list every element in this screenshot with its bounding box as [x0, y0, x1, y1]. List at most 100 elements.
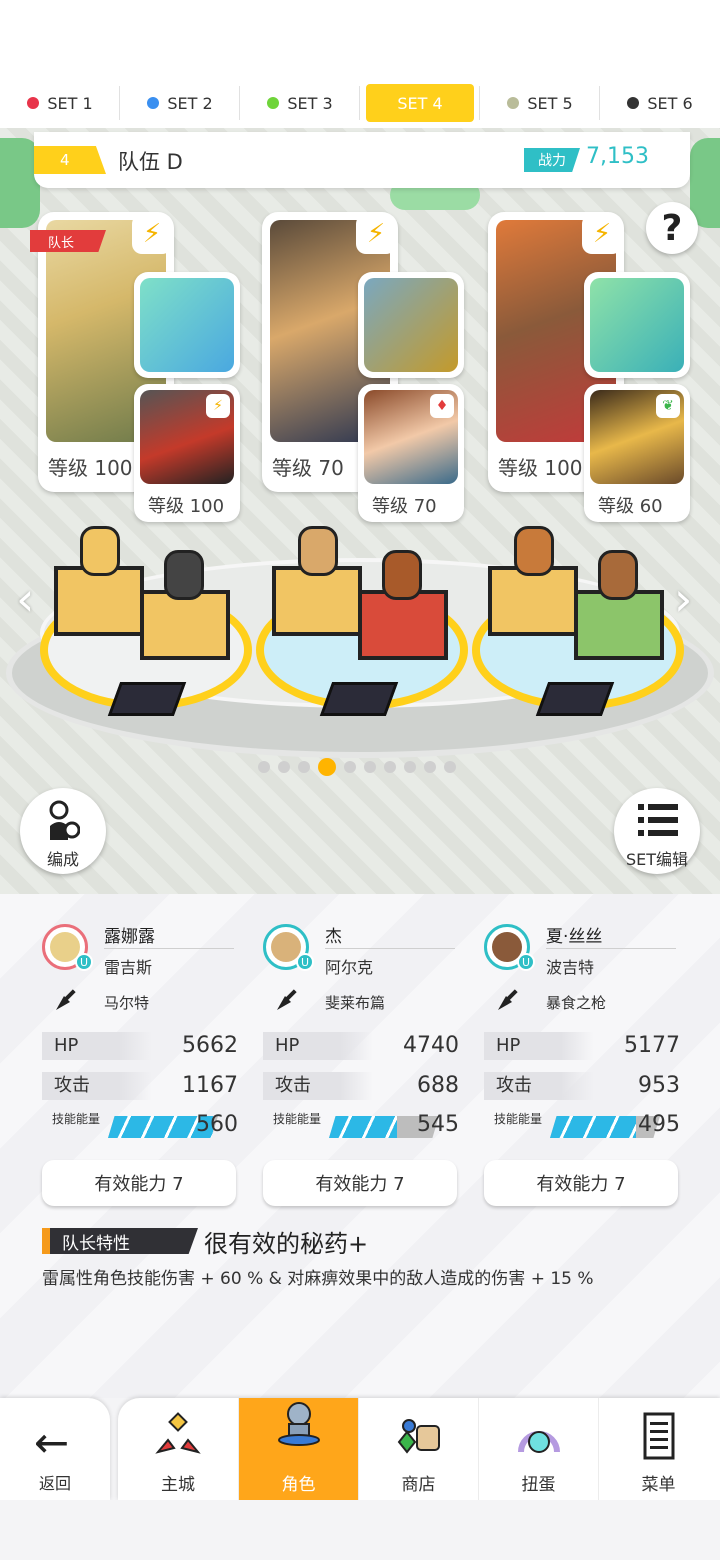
- hero-avatar[interactable]: U: [263, 924, 314, 971]
- energy-label: 技能能量: [273, 1112, 322, 1126]
- energy-label: 技能能量: [52, 1112, 101, 1126]
- page-indicator: [258, 758, 456, 776]
- set-tab-6[interactable]: SET 6: [600, 78, 720, 128]
- page-dot[interactable]: [444, 761, 456, 773]
- sub-hero-name: 雷吉斯: [104, 958, 153, 977]
- power-label: 战力: [524, 148, 580, 172]
- weapon-pedestal: [107, 682, 187, 716]
- hp-label: HP: [484, 1032, 594, 1060]
- sub-hero-level: 等级 60: [598, 496, 663, 517]
- hero-avatar[interactable]: U: [42, 924, 93, 971]
- nav-bar: 主城 角色 商店 扭蛋 菜单: [118, 1398, 720, 1500]
- page-dot[interactable]: [404, 761, 416, 773]
- next-page-arrow-icon[interactable]: ›: [674, 572, 692, 626]
- hero-level: 等级 70: [272, 456, 344, 480]
- sub-hero-name: 波吉特: [546, 958, 595, 977]
- sub-hero-pixel-block: [358, 590, 448, 660]
- page-dot[interactable]: [298, 761, 310, 773]
- fire-element-icon: ♦: [430, 394, 454, 418]
- set-tab-3[interactable]: SET 3: [240, 78, 360, 128]
- energy-value: 545: [417, 1112, 459, 1137]
- prev-page-arrow-icon[interactable]: ‹: [16, 572, 34, 626]
- divider: [546, 948, 676, 949]
- skill-energy-stat: 技能能量 495: [484, 1110, 680, 1140]
- back-button[interactable]: ← 返回: [0, 1398, 110, 1500]
- team-name[interactable]: 队伍 D: [118, 146, 183, 176]
- weapon-slot-1[interactable]: [134, 272, 240, 378]
- effective-ability-button[interactable]: 有效能力 7: [263, 1160, 457, 1206]
- effective-ability-button[interactable]: 有效能力 7: [42, 1160, 236, 1206]
- sub-hero-level: 等级 70: [372, 496, 437, 517]
- hp-value: 5177: [624, 1033, 680, 1058]
- energy-bar-fill: [329, 1116, 398, 1138]
- nav-item-castle[interactable]: 主城: [118, 1398, 238, 1500]
- hero-name: 杰: [325, 927, 342, 947]
- hero-chibi-sprite: [514, 526, 554, 576]
- page-dot[interactable]: [424, 761, 436, 773]
- set-tab-4[interactable]: SET 4: [360, 78, 480, 128]
- page-dot[interactable]: [384, 761, 396, 773]
- earth-element-icon: ❦: [656, 394, 680, 418]
- page-dot[interactable]: [344, 761, 356, 773]
- leader-skill-tag: 队长特性: [42, 1228, 198, 1254]
- set-tab-2[interactable]: SET 2: [120, 78, 240, 128]
- set-edit-label: SET编辑: [625, 850, 689, 869]
- energy-value: 495: [638, 1112, 680, 1137]
- set-edit-button[interactable]: SET编辑: [614, 788, 700, 874]
- nav-label: 扭蛋: [521, 1475, 556, 1495]
- leader-ribbon: 队长: [30, 230, 106, 252]
- hp-value: 4740: [403, 1033, 459, 1058]
- shop-icon: [397, 1419, 440, 1454]
- hero-avatar[interactable]: U: [484, 924, 535, 971]
- back-arrow-icon: ←: [34, 1418, 70, 1467]
- attack-label: 攻击: [484, 1072, 594, 1100]
- sub-hero-name: 阿尔克: [325, 958, 374, 977]
- nav-label: 角色: [281, 1475, 316, 1495]
- weapon-slot-3[interactable]: [584, 272, 690, 378]
- unique-weapon-badge-icon: U: [296, 953, 314, 971]
- sub-hero-chibi-sprite: [164, 550, 204, 600]
- sub-hero-card-2[interactable]: ♦ 等级 70: [358, 384, 464, 522]
- weapon-slot-2[interactable]: [358, 272, 464, 378]
- sub-hero-chibi-sprite: [382, 550, 422, 600]
- attack-value: 1167: [182, 1073, 238, 1098]
- energy-value: 560: [196, 1112, 238, 1137]
- menu-icon: [643, 1412, 675, 1460]
- set-tab-bar: SET 1 SET 2 SET 3 SET 4 SET 5 SET 6: [0, 78, 720, 128]
- divider: [104, 948, 234, 949]
- set-tab-5[interactable]: SET 5: [480, 78, 600, 128]
- weapon-name: 斐莱布篇: [325, 994, 386, 1012]
- hero-pixel-block: [272, 566, 362, 636]
- lightning-element-icon: ⚡: [206, 394, 230, 418]
- page-dot[interactable]: [364, 761, 376, 773]
- set-tab-1[interactable]: SET 1: [0, 78, 120, 128]
- hero-pixel-block: [54, 566, 144, 636]
- page-dot-active[interactable]: [318, 758, 336, 776]
- sub-hero-chibi-sprite: [598, 550, 638, 600]
- nav-item-character[interactable]: 角色: [238, 1398, 358, 1500]
- help-button[interactable]: ?: [646, 202, 698, 254]
- nav-item-shop[interactable]: 商店: [358, 1398, 478, 1500]
- attack-label: 攻击: [263, 1072, 373, 1100]
- set-6-dot-icon: [627, 97, 640, 109]
- power-value: 7,153: [586, 144, 649, 169]
- team-header: 4 队伍 D 战力 7,153: [34, 132, 690, 188]
- divider: [325, 948, 455, 949]
- unique-weapon-badge-icon: U: [517, 953, 535, 971]
- spear-weapon-icon: [590, 278, 684, 372]
- edit-formation-button[interactable]: 编成: [20, 788, 106, 874]
- page-dot[interactable]: [278, 761, 290, 773]
- hp-stat: HP 5177: [484, 1032, 680, 1060]
- set-1-dot-icon: [27, 97, 40, 109]
- set-tab-label: SET 3: [287, 93, 333, 113]
- shovel-icon: [498, 989, 518, 1010]
- effective-ability-button[interactable]: 有效能力 7: [484, 1160, 678, 1206]
- character-icon: [278, 1402, 320, 1446]
- page-dot[interactable]: [258, 761, 270, 773]
- sub-hero-card-1[interactable]: ⚡ 等级 100: [134, 384, 240, 522]
- weapon-pedestal: [535, 682, 615, 716]
- nav-item-menu[interactable]: 菜单: [598, 1398, 718, 1500]
- nav-item-gacha[interactable]: 扭蛋: [478, 1398, 598, 1500]
- attack-value: 688: [417, 1073, 459, 1098]
- sub-hero-card-3[interactable]: ❦ 等级 60: [584, 384, 690, 522]
